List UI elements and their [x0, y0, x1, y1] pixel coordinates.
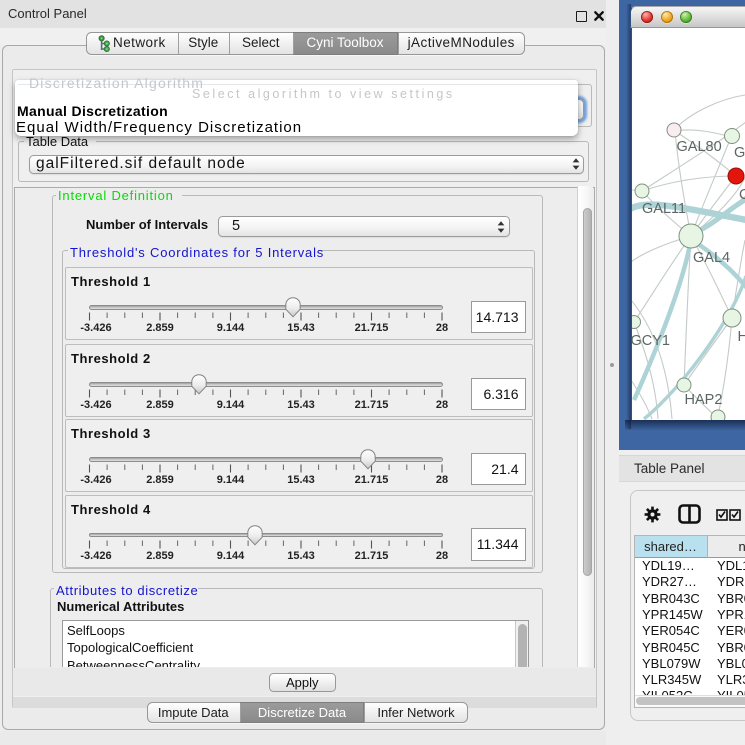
svg-text:GAL11: GAL11	[642, 201, 686, 217]
svg-text:GAL80: GAL80	[676, 139, 721, 155]
svg-text:H: H	[737, 329, 745, 345]
svg-text:GA: GA	[734, 145, 745, 161]
svg-text:C: C	[739, 187, 745, 203]
svg-text:GAL4: GAL4	[693, 250, 730, 266]
svg-text:GCY1: GCY1	[632, 333, 670, 349]
svg-text:HAP2: HAP2	[684, 392, 722, 408]
